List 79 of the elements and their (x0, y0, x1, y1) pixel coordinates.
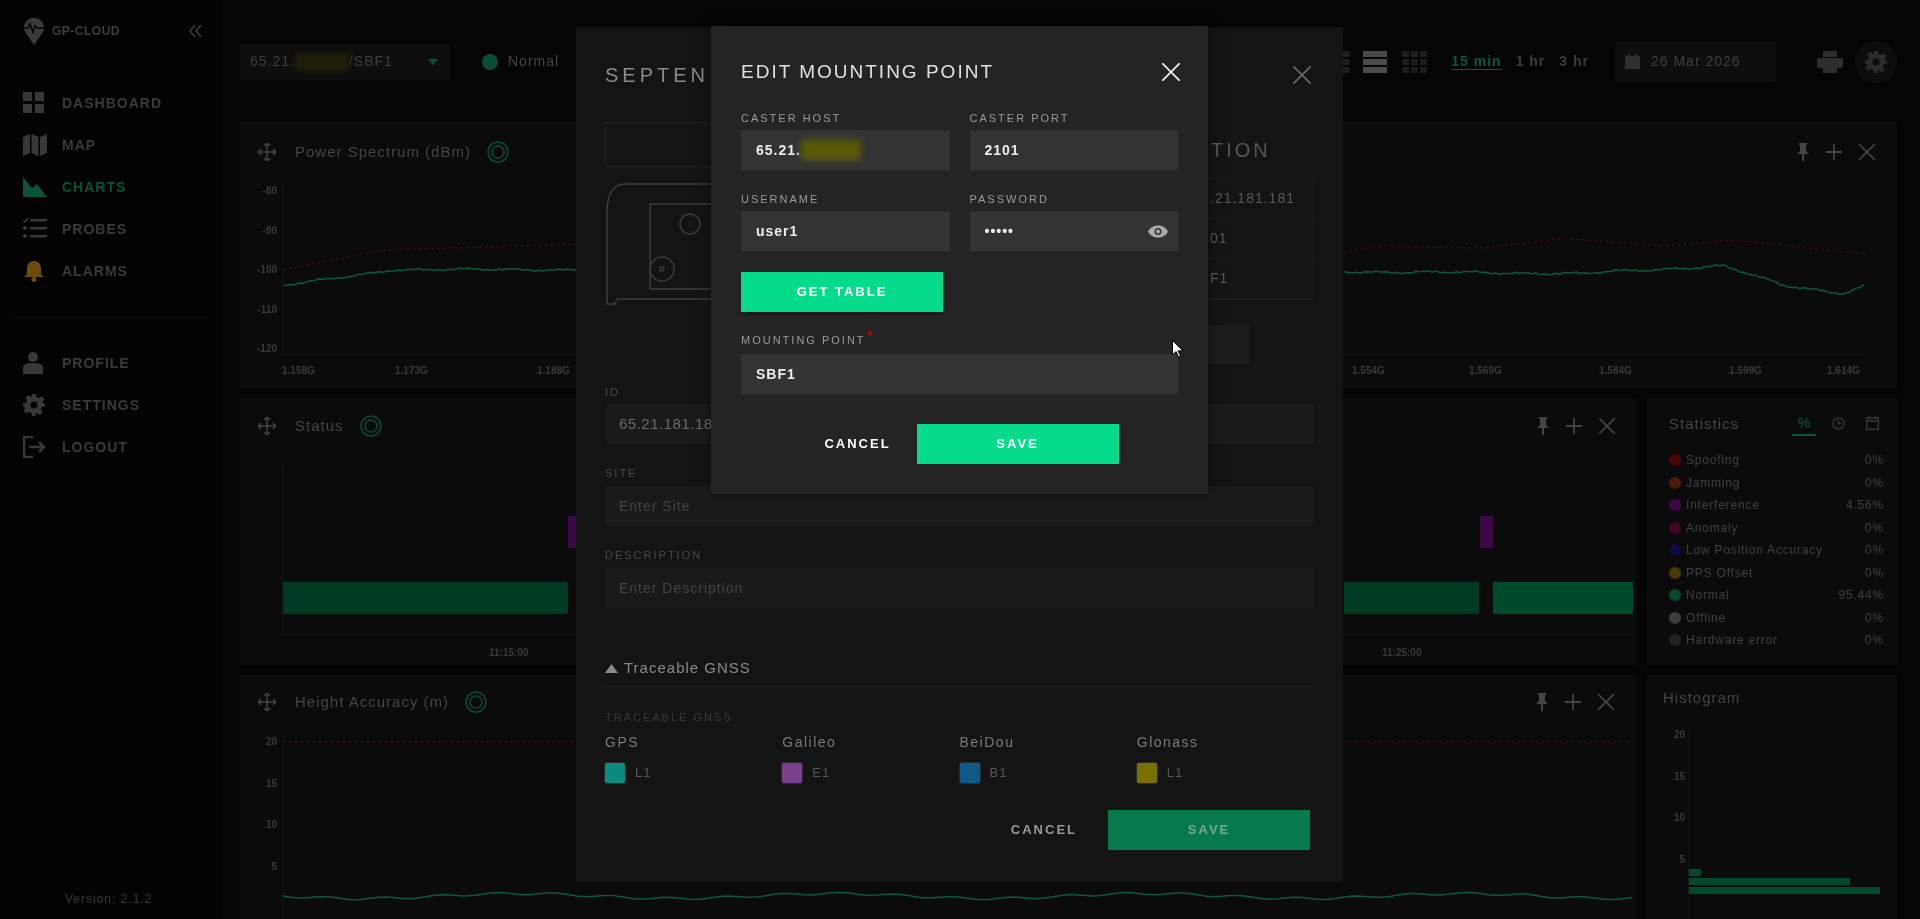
live-indicator-icon (486, 141, 509, 163)
constellation-name: Galileo (782, 733, 838, 751)
nav-item[interactable]: CHARTS (0, 166, 222, 208)
cancel-button[interactable]: CANCEL (1008, 810, 1079, 850)
input-field[interactable]: SBF1 (741, 354, 1178, 394)
checkbox[interactable] (959, 763, 980, 783)
input-field[interactable]: user1 (741, 211, 950, 251)
settings-icon (23, 394, 45, 416)
layout-icon[interactable] (1363, 50, 1389, 73)
live-indicator-icon (359, 415, 382, 437)
cancel-button[interactable]: CANCEL (822, 424, 893, 464)
input-field[interactable]: 65.21. (741, 130, 950, 170)
area-chart-icon (23, 177, 47, 197)
triangle-up-icon (605, 663, 618, 673)
constellation-name: Glonass (1136, 733, 1200, 751)
field-label: PASSWORD (969, 193, 1050, 205)
pin-icon[interactable] (1536, 693, 1548, 711)
printer-icon[interactable] (1817, 50, 1843, 73)
table-cell-text: F1 (1210, 269, 1229, 288)
time-range-link[interactable]: 15 min (1451, 51, 1502, 72)
panel-title: Statistics (1669, 413, 1739, 434)
checkbox-label: L1 (635, 764, 652, 783)
dashboard-icon (23, 92, 45, 114)
plus-icon[interactable] (1565, 694, 1581, 710)
panel-title: Power Spectrum (dBm) (295, 141, 471, 162)
clock-icon (1831, 416, 1845, 430)
pin-icon[interactable] (1797, 143, 1809, 161)
get-table-button[interactable]: GET TABLE (741, 272, 943, 312)
settings-icon (1865, 50, 1887, 73)
checklist-icon (23, 218, 47, 240)
field-label: CASTER HOST (741, 112, 843, 124)
field-label: MOUNTING POINT (741, 334, 866, 346)
plus-icon[interactable] (1826, 144, 1842, 160)
table-cell-text: 01 (1210, 229, 1228, 248)
move-icon[interactable] (258, 417, 276, 435)
panel-title: Status (295, 415, 344, 436)
brand-name: GP-CLOUD (52, 23, 120, 40)
collapse-icon[interactable] (189, 25, 202, 37)
move-icon[interactable] (258, 143, 276, 161)
section-heading: TION (1211, 138, 1271, 163)
panel-title: Height Accuracy (m) (295, 691, 450, 712)
field-label: USERNAME (741, 193, 821, 205)
layout-icon[interactable] (1402, 50, 1428, 73)
checkbox-label: L1 (1166, 764, 1184, 783)
section-toggle[interactable]: Traceable GNSS (605, 656, 751, 680)
statistics-tab[interactable]: % (1792, 412, 1816, 436)
status-label: Normal (508, 52, 560, 71)
save-button[interactable]: SAVE (916, 424, 1119, 464)
checkbox[interactable] (782, 763, 803, 783)
cursor-icon (1172, 340, 1184, 358)
password-field[interactable]: ••••• (969, 211, 1178, 251)
panel-title: Histogram (1663, 687, 1741, 708)
dialog-title: SEPTEN (605, 62, 710, 88)
pin-icon[interactable] (1537, 417, 1549, 435)
table-cell-text: .21.181.181 (1210, 189, 1295, 208)
constellation-name: GPS (605, 733, 641, 751)
logout-icon (23, 436, 47, 458)
calendar-icon (1865, 416, 1879, 430)
checkbox-label: B1 (989, 764, 1008, 783)
bell-icon (23, 260, 45, 282)
input-field[interactable]: 2101 (969, 130, 1178, 170)
live-indicator-icon (465, 691, 488, 713)
checkbox-label: E1 (812, 764, 831, 783)
caret-icon (428, 58, 438, 65)
histogram-bar (1689, 869, 1701, 876)
constellation-name: BeiDou (959, 733, 1016, 751)
field-label: CASTER PORT (969, 112, 1071, 124)
calendar-icon (1625, 54, 1640, 69)
person-icon (23, 352, 43, 374)
eye-icon[interactable] (1148, 224, 1168, 238)
move-icon[interactable] (258, 693, 276, 711)
checkbox[interactable] (605, 763, 625, 783)
save-button[interactable]: SAVE (1108, 810, 1310, 850)
plus-icon[interactable] (1566, 418, 1582, 434)
dialog-title: EDIT MOUNTING POINT (741, 59, 994, 84)
map-icon (23, 134, 47, 156)
settings-button[interactable] (1855, 40, 1897, 83)
checkbox[interactable] (1136, 763, 1157, 783)
status-bar (1480, 516, 1493, 548)
